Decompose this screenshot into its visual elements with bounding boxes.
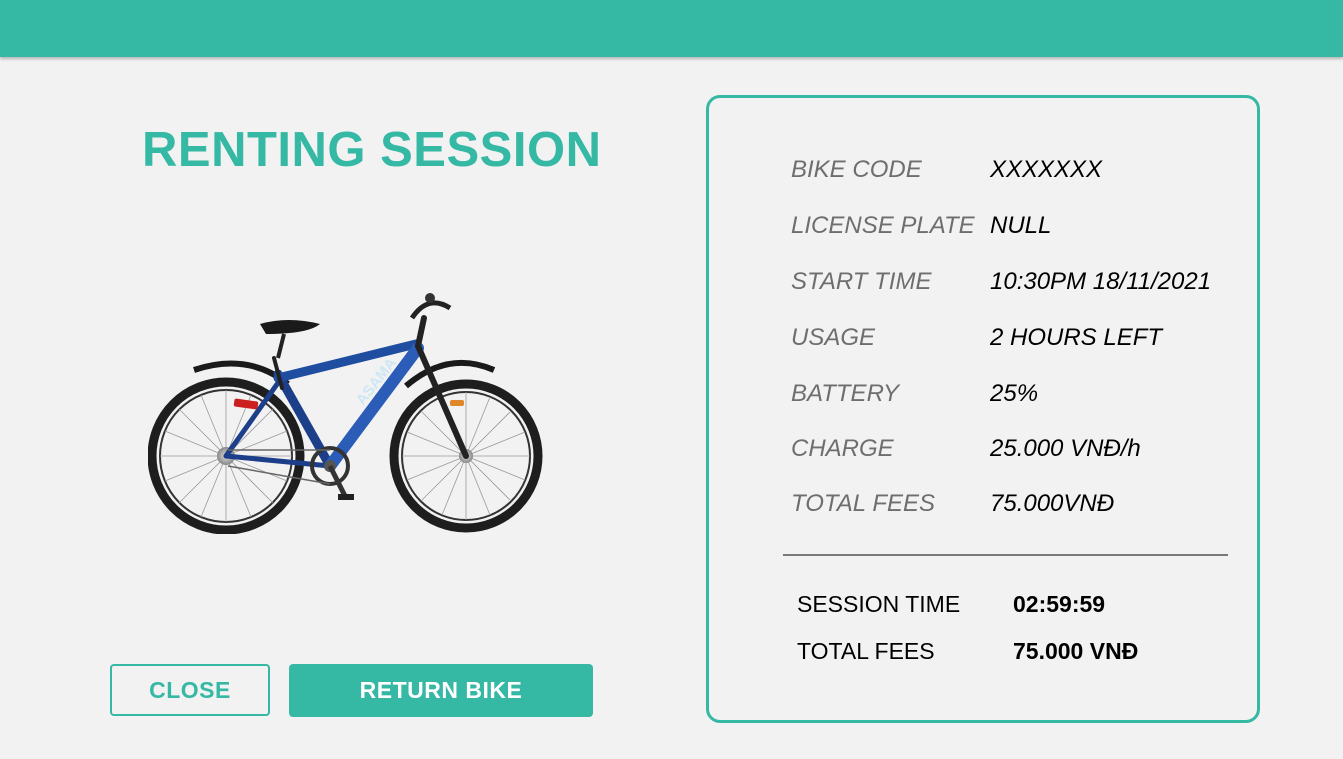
detail-row-usage: USAGE 2 HOURS LEFT [709, 324, 1263, 354]
detail-label: BATTERY [791, 380, 900, 407]
detail-value: 75.000VNĐ [990, 490, 1115, 517]
detail-value: 25.000 VNĐ/h [990, 435, 1141, 462]
total-fees-label: TOTAL FEES [797, 638, 935, 664]
detail-row-start-time: START TIME 10:30PM 18/11/2021 [709, 268, 1263, 298]
summary-row-session-time: SESSION TIME 02:59:59 [709, 591, 1263, 621]
handlebar [409, 300, 452, 320]
divider [783, 554, 1228, 556]
detail-value: 2 HOURS LEFT [990, 324, 1163, 351]
total-fees-value: 75.000 VNĐ [1013, 638, 1139, 664]
detail-label: BIKE CODE [791, 156, 922, 183]
page-title: RENTING SESSION [142, 123, 602, 177]
detail-value: 25% [990, 380, 1039, 407]
detail-value: XXXXXXX [990, 156, 1103, 183]
session-time-label: SESSION TIME [797, 591, 961, 617]
detail-value: 10:30PM 18/11/2021 [990, 268, 1212, 295]
detail-row-total-fees: TOTAL FEES 75.000VNĐ [709, 490, 1263, 520]
detail-row-license-plate: LICENSE PLATE NULL [709, 212, 1263, 242]
session-details-panel: BIKE CODE XXXXXXX LICENSE PLATE NULL STA… [706, 95, 1260, 723]
detail-label: CHARGE [791, 435, 894, 462]
detail-label: START TIME [791, 268, 932, 295]
return-bike-button[interactable]: RETURN BIKE [289, 664, 593, 717]
detail-row-charge: CHARGE 25.000 VNĐ/h [709, 435, 1263, 465]
top-header-bar [0, 0, 1343, 57]
detail-row-bike-code: BIKE CODE XXXXXXX [709, 156, 1263, 186]
detail-label: USAGE [791, 324, 876, 351]
detail-value: NULL [990, 212, 1052, 239]
close-button[interactable]: CLOSE [110, 664, 270, 716]
session-time-value: 02:59:59 [1013, 591, 1106, 617]
detail-row-battery: BATTERY 25% [709, 380, 1263, 410]
summary-row-total-fees: TOTAL FEES 75.000 VNĐ [709, 638, 1263, 668]
bicycle-image: ASAMA [148, 293, 543, 534]
detail-label: TOTAL FEES [791, 490, 936, 517]
seat [260, 320, 320, 334]
detail-label: LICENSE PLATE [791, 212, 975, 239]
